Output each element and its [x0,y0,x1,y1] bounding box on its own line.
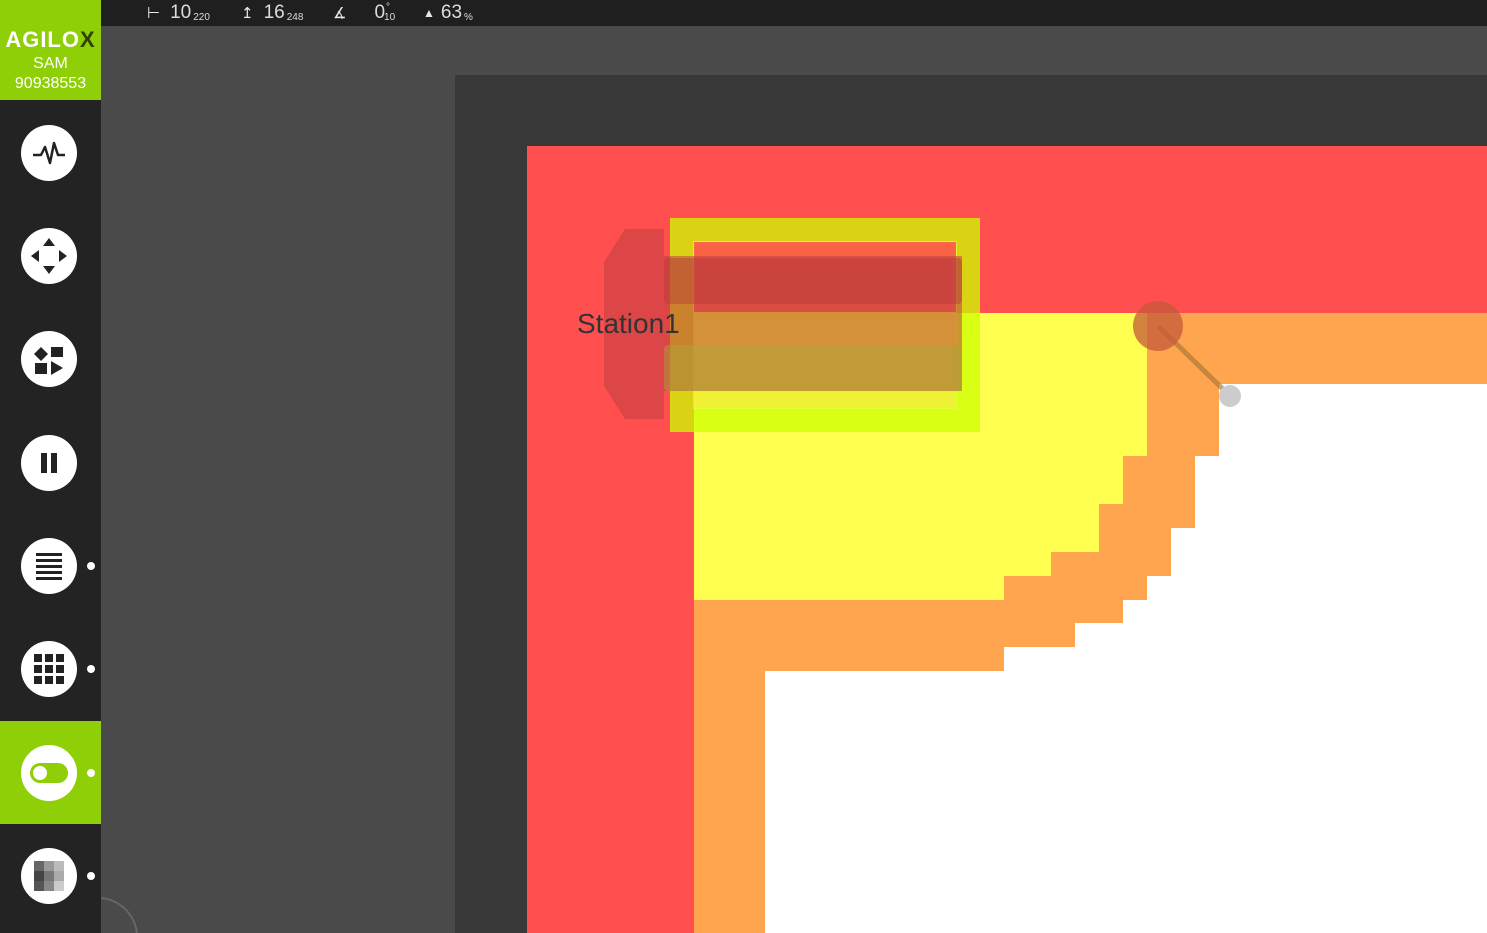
pose-direction-handle[interactable] [1219,385,1241,407]
nav-pause-button[interactable] [0,410,101,513]
nav-move-button[interactable] [0,204,101,307]
nav-indicator-dot [87,562,95,570]
robot-fork-bottom [664,345,962,391]
pulse-icon [21,125,77,181]
nav-indicator-dot [87,665,95,673]
top-status-bar: ⊢ 10 220 ↥ 16 248 ∡ 0 ° 10 ▲ 63 % [101,0,1487,26]
y-position-icon: ↥ [241,5,254,22]
angle-readout: ∡ 0 ° 10 [333,1,396,24]
robot-model: SAM [33,55,68,72]
brand-name: AGILOX [5,27,96,52]
station-label[interactable]: Station1 [577,308,680,340]
angle-icon: ∡ [333,5,347,22]
sidebar: AGILOX SAM 90938553 [0,0,101,933]
battery-readout: ▲ 63 % [423,2,473,23]
nav-indicator-dot [87,872,95,880]
nav-toggle-button[interactable] [0,721,101,824]
checkerboard-icon [21,848,77,904]
corner-arc [101,897,138,933]
workflow-icon [21,331,77,387]
nav-diagnostics-button[interactable] [0,101,101,204]
nav-maps-button[interactable] [0,824,101,927]
y-position-readout: ↥ 16 248 [241,2,304,23]
toggle-icon [21,745,77,801]
nav-grid-button[interactable] [0,617,101,720]
robot-fork-top [664,258,962,304]
map-layers [101,75,1487,933]
battery-arrow-icon: ▲ [423,6,435,20]
pose-handle[interactable] [1133,301,1183,351]
x-position-icon: ⊢ [147,5,161,22]
list-icon [21,538,77,594]
move-arrows-icon [21,228,77,284]
nav-workflow-button[interactable] [0,307,101,410]
grid-icon [21,641,77,697]
brand-logo: AGILOX SAM 90938553 [0,0,101,100]
nav-indicator-dot [87,769,95,777]
map-canvas[interactable]: Station1 [101,26,1487,933]
x-position-readout: ⊢ 10 220 [147,2,210,23]
pause-icon [21,435,77,491]
robot-serial: 90938553 [14,75,87,92]
nav-list-button[interactable] [0,514,101,617]
